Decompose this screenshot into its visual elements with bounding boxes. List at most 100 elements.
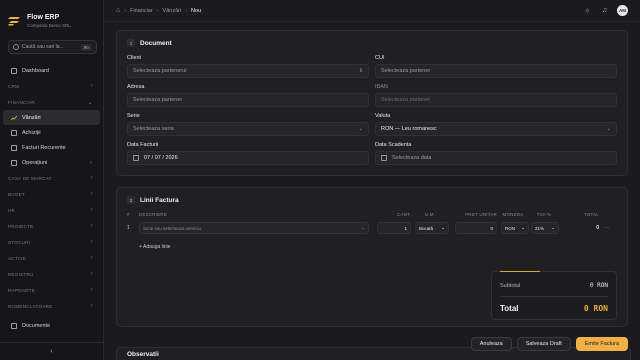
search-icon [13, 44, 19, 50]
subtotal-value: 0 RON [589, 282, 608, 289]
row-number: 1 [127, 225, 130, 231]
brand-name: Flow ERP [27, 13, 60, 21]
sidebar-section-financiar[interactable]: FINANCIAR ⌄ [0, 94, 103, 110]
lines-card: 2 Linii Factura # DESCRIERE CANT. U.M. P… [116, 187, 628, 327]
data-facturii-label: Data Facturii [127, 142, 159, 148]
sidebar-section-proiecte[interactable]: PROIECTE › [0, 218, 103, 234]
sidebar-item-label: Facturi Recurente [22, 144, 66, 151]
sidebar-section-rapoarte[interactable]: RAPOARTE › [0, 282, 103, 298]
serie-select[interactable]: Selecteaza seria ⌄ [127, 122, 369, 136]
adresa-field[interactable]: Selecteaza partener [127, 93, 369, 107]
section-label: CASA DE MARCAT [8, 175, 52, 181]
add-line-button[interactable]: + Adauga linie [139, 244, 617, 250]
breadcrumb-vanzari[interactable]: Vânzări [163, 8, 182, 14]
col-num: # [127, 212, 130, 217]
sidebar-section-buget[interactable]: BUGET › [0, 186, 103, 202]
document-card: 1 Document Client Selecteaza partenerul ⇕… [116, 30, 628, 176]
price-input[interactable]: 0 [455, 222, 497, 234]
chevron-right-icon: › [90, 303, 93, 309]
chevron-right-icon: › [90, 239, 93, 245]
save-draft-button[interactable]: Salveaza Draft [516, 337, 571, 351]
sidebar-item-facturi-recurente[interactable]: Facturi Recurente [3, 140, 100, 155]
sidebar: Flow ERP Compania Demo SRL Caută sau sar… [0, 0, 104, 360]
trend-icon [11, 115, 17, 120]
section-number: 1 [127, 39, 135, 47]
bell-icon[interactable]: ♫ [600, 6, 609, 15]
chevron-down-icon: ⌄ [361, 225, 365, 230]
table-header: # DESCRIERE CANT. U.M. PRET UNITAR MONED… [127, 212, 617, 217]
sidebar-section-hr[interactable]: HR › [0, 202, 103, 218]
sidebar-item-label: Achiziții [22, 129, 41, 136]
sidebar-section-casa-de-marcat[interactable]: CASA DE MARCAT › [0, 170, 103, 186]
sidebar-section-nomenclatoare[interactable]: NOMENCLATOARE › [0, 298, 103, 314]
total-label: Total [500, 304, 519, 313]
breadcrumb-financiar[interactable]: Financiar [130, 8, 153, 14]
description-placeholder: Scrie sau selecteaza serviciu [143, 225, 202, 231]
section-label: STOCURI [8, 239, 31, 245]
breadcrumb-separator: › [185, 7, 188, 14]
calendar-icon [381, 155, 387, 161]
row-total: 0 [596, 225, 599, 231]
section-label: NOMENCLATOARE [8, 303, 53, 309]
valuta-select[interactable]: RON — Leu romanesc ⌄ [375, 122, 617, 136]
client-label: Client [127, 55, 142, 61]
data-facturii-field[interactable]: 07 / 07 / 2026 [127, 151, 369, 165]
link-icon [11, 159, 17, 166]
sidebar-section-crm[interactable]: CRM › [0, 78, 103, 94]
chevron-down-icon: ⌄ [606, 126, 611, 132]
currency-select[interactable]: RON ⌄ [501, 222, 529, 234]
col-vat: TVA % [536, 212, 552, 217]
sidebar-item-label: Dashboard [22, 67, 49, 74]
cancel-button[interactable]: Anuleaza [470, 337, 512, 351]
sidebar-item-achizitii[interactable]: Achiziții [3, 125, 100, 140]
col-currency: MONEDA [502, 212, 524, 217]
chevron-down-icon: ⌄ [87, 99, 93, 106]
description-input[interactable]: Scrie sau selecteaza serviciu ⌄ [139, 222, 369, 234]
adresa-label: Adresa [127, 84, 145, 90]
sidebar-nav: Dashboard CRM › FINANCIAR ⌄ Vânzări Achi… [0, 63, 103, 333]
topbar: ⌂ › Financiar › Vânzări › Nou ☼ ♫ AM [104, 0, 640, 22]
sidebar-section-active[interactable]: ACTIVE › [0, 250, 103, 266]
subtotal-label: Subtotal [500, 282, 521, 289]
home-icon[interactable]: ⌂ [116, 7, 120, 14]
vat-select[interactable]: 21% ⌄ [531, 222, 559, 234]
sidebar-item-dashboard[interactable]: Dashboard [3, 63, 100, 78]
sidebar-item-documente[interactable]: Documente [3, 318, 100, 333]
chevron-updown-icon: ⇕ [358, 68, 363, 74]
iban-field[interactable]: Selecteaza partener [375, 93, 617, 107]
section-number: 2 [127, 196, 135, 204]
sidebar-section-registru[interactable]: REGISTRU › [0, 266, 103, 282]
breadcrumb-separator: › [124, 7, 127, 14]
chevron-right-icon: › [90, 159, 92, 166]
avatar[interactable]: AM [617, 5, 628, 16]
iban-label: IBAN [375, 84, 388, 90]
section-label: BUGET [8, 191, 26, 197]
section-label: FINANCIAR [8, 99, 35, 105]
um-select[interactable]: Bucată ⌄ [415, 222, 449, 234]
client-placeholder: Selecteaza partenerul [133, 68, 187, 74]
sidebar-item-operatiuni[interactable]: Operațiuni › [3, 155, 100, 170]
theme-toggle-icon[interactable]: ☼ [583, 6, 592, 15]
emit-invoice-button[interactable]: Emite Factura [575, 337, 628, 351]
currency-value: RON [505, 225, 515, 231]
sidebar-item-label: Vânzări [22, 114, 41, 121]
col-qty: CANT. [396, 212, 411, 217]
section-label: PROIECTE [8, 223, 34, 229]
client-select[interactable]: Selecteaza partenerul ⇕ [127, 64, 369, 78]
sidebar-item-vanzari[interactable]: Vânzări [3, 110, 100, 125]
collapse-sidebar-button[interactable]: ‹ [0, 342, 103, 360]
data-scadenta-label: Data Scadenta [375, 142, 412, 148]
company-name: Compania Demo SRL [27, 22, 71, 28]
cui-field[interactable]: Selecteaza partener [375, 64, 617, 78]
sidebar-section-stocuri[interactable]: STOCURI › [0, 234, 103, 250]
data-scadenta-field[interactable]: Selecteaza data [375, 151, 617, 165]
logo-icon [8, 17, 20, 26]
chevron-right-icon: › [90, 83, 93, 89]
grid-icon [11, 67, 17, 74]
quantity-input[interactable]: 1 [377, 222, 411, 234]
search-input[interactable]: Caută sau sari la... ⌘K [8, 40, 97, 54]
breadcrumb-separator: › [156, 7, 159, 14]
more-icon[interactable]: ··· [599, 225, 609, 231]
col-desc: DESCRIERE [139, 212, 168, 217]
chevron-right-icon: › [90, 255, 93, 261]
